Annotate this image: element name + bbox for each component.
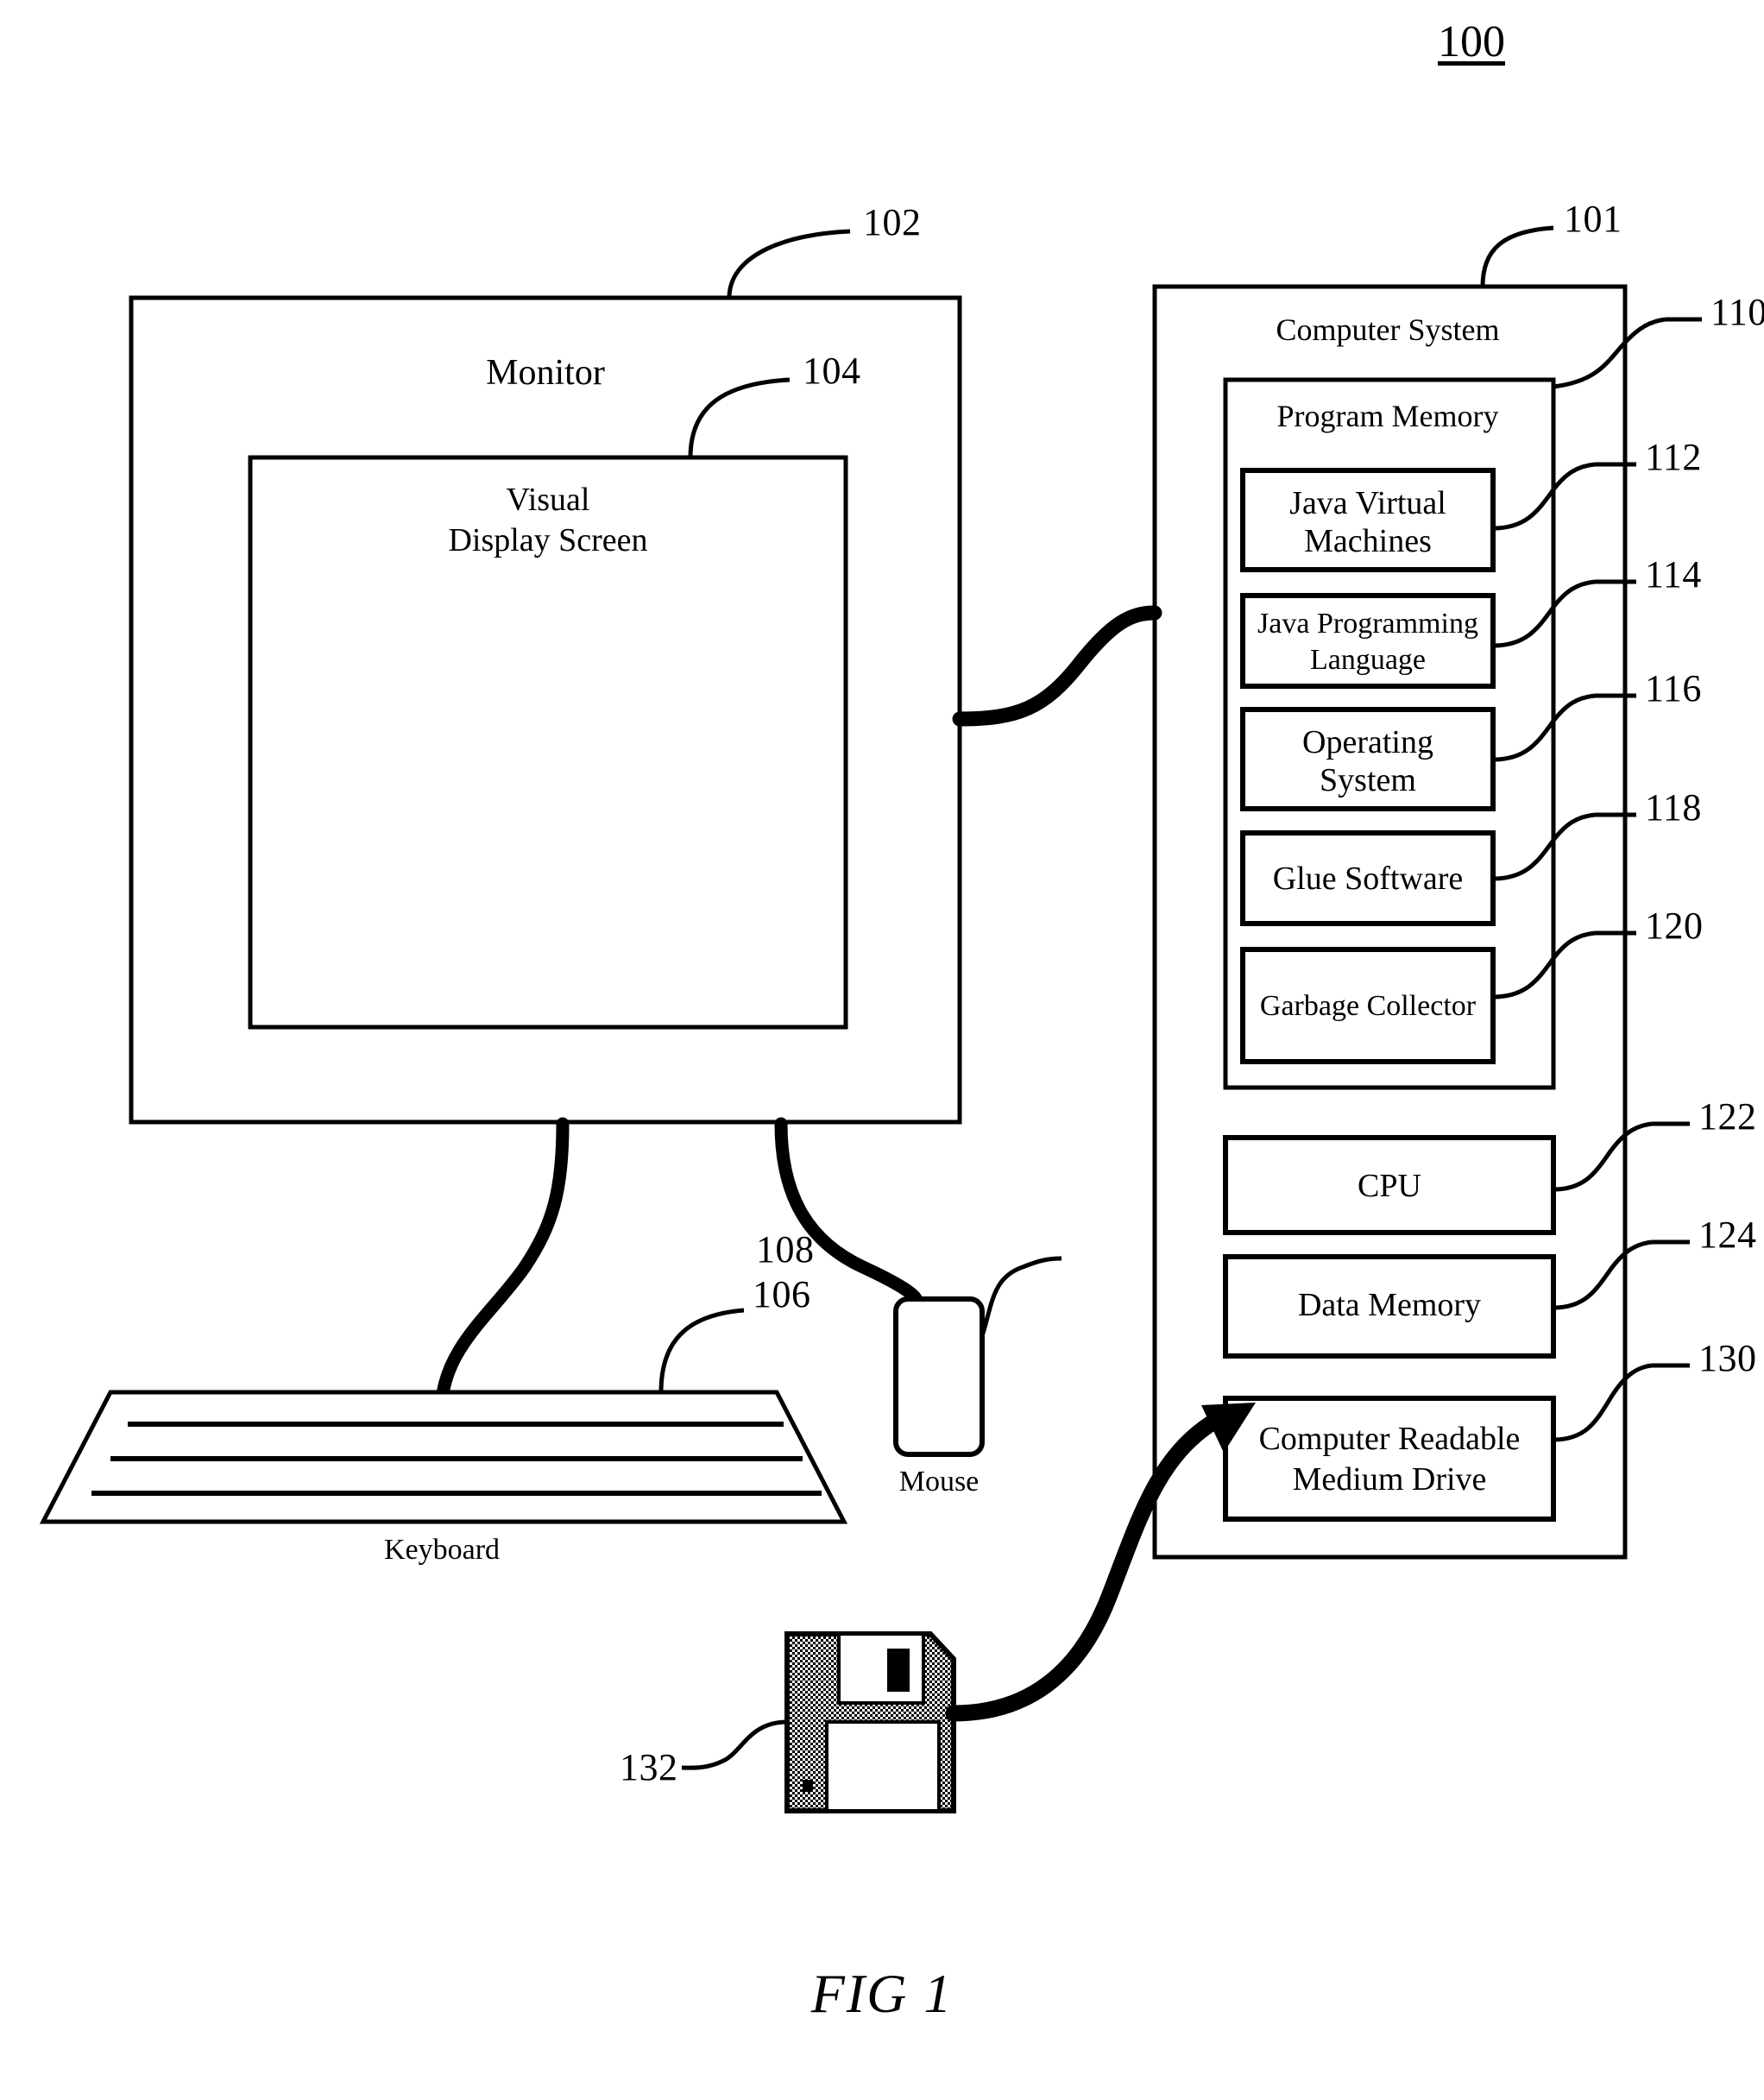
ref-112: 112 — [1645, 436, 1702, 478]
module-label-java-programming-language-line1: Java Programming — [1257, 608, 1478, 640]
module-label-operating-system-line2: System — [1320, 762, 1416, 798]
leader-line-102 — [727, 229, 851, 299]
ref-110: 110 — [1710, 291, 1764, 333]
ref-116: 116 — [1645, 667, 1702, 709]
ref-102: 102 — [863, 201, 922, 243]
ref-120: 120 — [1645, 905, 1704, 947]
ref-106: 106 — [753, 1273, 811, 1315]
ref-132: 132 — [620, 1746, 678, 1788]
ref-130: 130 — [1698, 1337, 1757, 1379]
module-label-glue-software: Glue Software — [1272, 861, 1464, 897]
keyboard-cable — [435, 1117, 570, 1409]
ref-124: 124 — [1698, 1214, 1757, 1256]
leader-line-120 — [1492, 930, 1636, 1000]
leader-line-130 — [1553, 1363, 1690, 1442]
component-label-crm-drive-line2: Medium Drive — [1292, 1461, 1487, 1498]
module-label-java-programming-language-line2: Language — [1309, 644, 1427, 676]
ref-122: 122 — [1698, 1095, 1757, 1138]
leader-line-114 — [1492, 579, 1636, 648]
mouse-body — [893, 1296, 985, 1457]
monitor-outline — [129, 295, 962, 1125]
computer-system-label: Computer System — [1276, 312, 1500, 347]
ref-114: 114 — [1645, 553, 1702, 596]
figure-number: 100 — [1438, 17, 1505, 66]
visual-display-screen-label-line2: Display Screen — [448, 522, 648, 558]
component-box-computer-readable-medium-drive — [1223, 1396, 1556, 1522]
keyboard-body — [39, 1390, 848, 1524]
module-label-java-virtual-machines-line2: Machines — [1304, 523, 1432, 559]
leader-line-122 — [1553, 1121, 1690, 1192]
module-label-java-virtual-machines-line1: Java Virtual — [1289, 485, 1446, 521]
leader-line-118 — [1492, 812, 1636, 881]
program-memory-label: Program Memory — [1276, 399, 1499, 433]
component-label-crm-drive-line1: Computer Readable — [1258, 1421, 1521, 1457]
leader-line-104 — [688, 377, 791, 458]
ref-118: 118 — [1645, 786, 1702, 829]
monitor-label: Monitor — [486, 353, 605, 393]
leader-line-124 — [1553, 1239, 1690, 1310]
leader-line-110 — [1553, 317, 1702, 389]
keyboard-label: Keyboard — [383, 1534, 501, 1566]
figure-caption: FIG 1 — [810, 1963, 954, 2024]
mouse-label: Mouse — [898, 1466, 980, 1498]
component-label-data-memory: Data Memory — [1297, 1287, 1482, 1323]
visual-display-screen-label-line1: Visual — [506, 482, 590, 518]
leader-line-116 — [1492, 693, 1636, 762]
leader-line-106 — [658, 1308, 745, 1393]
component-label-cpu: CPU — [1358, 1168, 1421, 1204]
leader-line-112 — [1492, 462, 1636, 531]
figure-canvas: 100 102 101 104 110 112 114 116 118 120 … — [0, 0, 1764, 2100]
floppy-disk — [784, 1631, 956, 1813]
leader-line-101 — [1480, 225, 1554, 287]
leader-line-132 — [681, 1719, 788, 1770]
leader-line-108 — [980, 1256, 1062, 1337]
ref-104: 104 — [803, 350, 861, 392]
ref-108: 108 — [756, 1228, 815, 1271]
ref-101: 101 — [1564, 198, 1622, 240]
monitor-cable — [952, 605, 1162, 727]
module-label-garbage-collector: Garbage Collector — [1259, 990, 1477, 1022]
module-label-operating-system-line1: Operating — [1302, 724, 1433, 760]
